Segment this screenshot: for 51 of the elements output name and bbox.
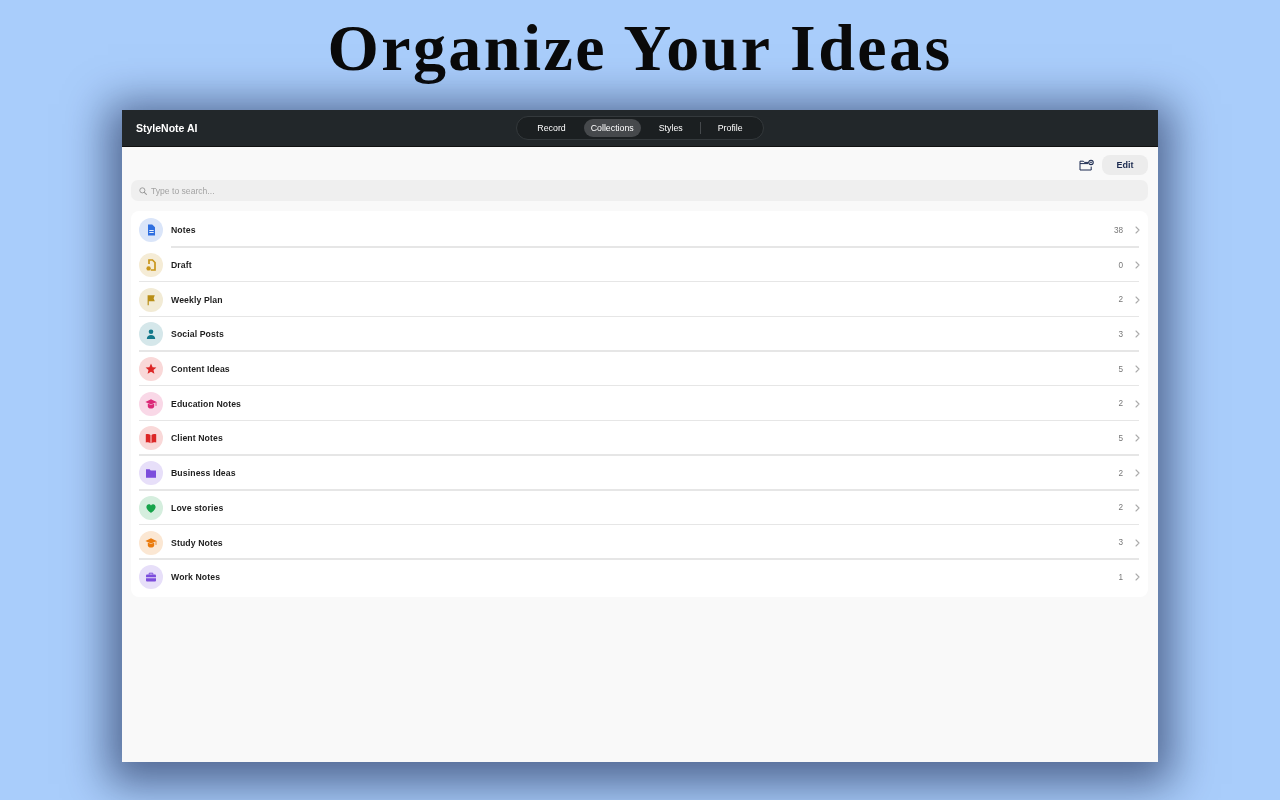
chevron-right-icon [1135, 226, 1140, 235]
nav-tab[interactable]: Collections [583, 119, 641, 137]
collection-count: 38 [1113, 225, 1123, 235]
collection-count: 5 [1118, 433, 1123, 443]
collection-count: 2 [1118, 503, 1123, 513]
collection-name[interactable]: Notes [171, 225, 1106, 236]
collection-name[interactable]: Social Posts [171, 329, 1111, 340]
nav-tab[interactable]: Styles [642, 119, 699, 137]
document-outline-icon [139, 253, 163, 278]
chevron-right-icon [1135, 365, 1140, 374]
document-icon [139, 218, 163, 243]
collection-count: 1 [1118, 572, 1123, 582]
collection-name[interactable]: Education Notes [171, 398, 1111, 409]
chevron-right-icon [1135, 434, 1140, 443]
app-title: StyleNote AI [136, 122, 198, 134]
collection-count: 2 [1118, 295, 1123, 305]
folder-icon [139, 461, 163, 486]
collection-count: 2 [1118, 399, 1123, 409]
search-icon [139, 186, 147, 195]
collection-count: 5 [1118, 364, 1123, 374]
collection-name[interactable]: Weekly Plan [171, 294, 1111, 305]
graduation-cap-icon [139, 391, 163, 416]
collection-count: 3 [1118, 329, 1123, 339]
edit-button[interactable]: Edit [1102, 155, 1148, 175]
search-field[interactable]: Type to search... [131, 180, 1148, 201]
open-book-icon [139, 426, 163, 451]
chevron-right-icon [1135, 330, 1140, 339]
collection-name[interactable]: Study Notes [171, 537, 1111, 548]
chevron-right-icon [1135, 538, 1140, 547]
collection-name[interactable]: Content Ideas [171, 364, 1111, 375]
collection-name[interactable]: Love stories [171, 502, 1111, 513]
chevron-right-icon [1135, 573, 1140, 582]
collection-count: 2 [1118, 468, 1123, 478]
briefcase-icon [139, 565, 163, 590]
chevron-right-icon [1135, 503, 1140, 512]
collection-count: 3 [1118, 538, 1123, 548]
collection-name[interactable]: Client Notes [171, 433, 1111, 444]
folder-icon[interactable] [1079, 159, 1094, 171]
chevron-right-icon [1135, 295, 1140, 304]
flag-icon [139, 287, 163, 312]
nav-tab[interactable]: Record [521, 119, 582, 137]
collection-count: 0 [1118, 260, 1123, 270]
graduation-cap-icon [139, 530, 163, 555]
collection-name[interactable]: Work Notes [171, 572, 1111, 583]
chevron-right-icon [1135, 469, 1140, 478]
chevron-right-icon [1135, 261, 1140, 270]
collection-name[interactable]: Business Ideas [171, 468, 1111, 479]
chevron-right-icon [1135, 399, 1140, 408]
nav-tab[interactable]: Profile [701, 119, 759, 137]
person-icon [139, 322, 163, 347]
collection-name[interactable]: Draft [171, 260, 1111, 271]
